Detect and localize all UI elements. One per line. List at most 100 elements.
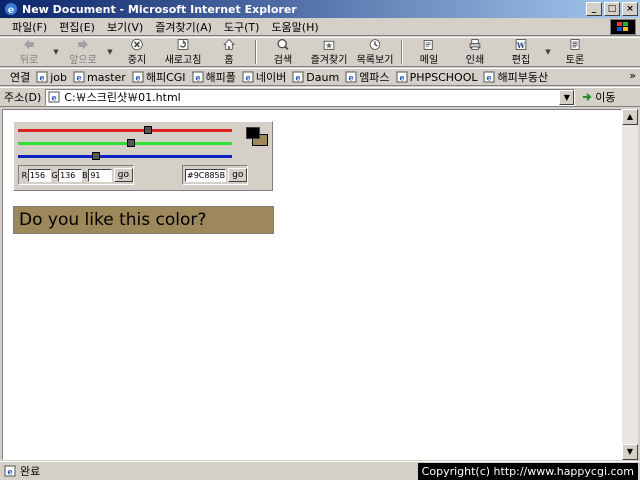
links-more-button[interactable]: » [629, 69, 636, 82]
word-edit-icon: W [515, 39, 527, 50]
svg-text:e: e [296, 73, 301, 83]
r-input[interactable]: 156 [27, 168, 52, 182]
g-input[interactable]: 136 [58, 168, 82, 182]
scroll-up-button[interactable]: ▲ [622, 109, 638, 125]
stop-label: 중지 [127, 55, 147, 66]
favorites-label: 즐겨찾기 [310, 55, 348, 66]
color-picker-panel: R 156 G 136 B 91 go #9C885B go [13, 121, 273, 191]
search-label: 검색 [273, 55, 293, 66]
back-button[interactable]: 뒤로 [6, 38, 52, 66]
go-button[interactable]: 이동 [581, 89, 616, 105]
address-dropdown-icon[interactable]: ▼ [559, 89, 575, 105]
svg-text:e: e [7, 467, 12, 477]
maximize-button[interactable]: □ [604, 2, 620, 16]
rgb-go-button[interactable]: go [113, 168, 133, 182]
previous-color-swatch[interactable] [246, 127, 260, 139]
page-content: R 156 G 136 B 91 go #9C885B go Do you li… [2, 109, 622, 460]
link-phpschool[interactable]: e PHPSCHOOL [396, 71, 477, 84]
home-label: 홈 [224, 55, 234, 66]
address-label: 주소(D) [4, 91, 42, 104]
b-input[interactable]: 91 [88, 168, 112, 182]
refresh-icon [177, 39, 189, 50]
toolbar-separator [401, 40, 403, 64]
blue-slider-track[interactable] [18, 152, 232, 160]
minimize-button[interactable]: _ [586, 2, 602, 16]
history-label: 목록보기 [356, 55, 394, 66]
blue-slider-handle[interactable] [92, 152, 100, 160]
search-button[interactable]: 검색 [260, 38, 306, 66]
close-button[interactable]: × [622, 2, 638, 16]
menu-file[interactable]: 파일(F) [6, 19, 53, 35]
copyright-text: Copyright(c) http://www.happycgi.com [417, 463, 638, 480]
address-input[interactable]: e C:￦스크린샷￦01.html ▼ [45, 88, 576, 106]
forward-button[interactable]: 앞으로 [60, 38, 106, 66]
edit-button[interactable]: W 편집 [498, 38, 544, 66]
back-dropdown-icon[interactable]: ▼ [52, 48, 60, 56]
back-label: 뒤로 [19, 55, 39, 66]
discuss-button[interactable]: 토론 [552, 38, 598, 66]
links-label: 연결 [10, 71, 31, 84]
hex-input[interactable]: #9C885B [185, 168, 227, 182]
history-icon [369, 39, 381, 50]
edit-dropdown-icon[interactable]: ▼ [544, 48, 552, 56]
svg-text:e: e [8, 5, 14, 16]
forward-dropdown-icon[interactable]: ▼ [106, 48, 114, 56]
scroll-down-button[interactable]: ▼ [622, 444, 638, 460]
mail-icon [423, 40, 433, 50]
ie-page-icon: e [396, 71, 408, 83]
link-master[interactable]: e master [73, 71, 126, 84]
stop-button[interactable]: 중지 [114, 38, 160, 66]
ie-page-icon: e [73, 71, 85, 83]
ie-page-icon: e [48, 91, 60, 103]
menu-favorites[interactable]: 즐겨찾기(A) [149, 19, 218, 35]
discuss-label: 토론 [565, 55, 585, 66]
hex-go-button[interactable]: go [228, 168, 248, 182]
green-slider-track[interactable] [18, 139, 232, 147]
ie-page-icon: e [483, 71, 495, 83]
link-happycgi[interactable]: e 해피CGI [132, 69, 186, 85]
ie-page-icon: e [4, 465, 16, 477]
svg-text:e: e [399, 73, 404, 83]
green-slider-handle[interactable] [127, 139, 135, 147]
favorites-icon [323, 40, 335, 50]
link-job[interactable]: e job [36, 71, 67, 84]
search-icon [277, 39, 289, 50]
edit-label: 편집 [511, 55, 531, 66]
ie-page-icon: e [132, 71, 144, 83]
address-value: C:￦스크린샷￦01.html [64, 91, 181, 104]
status-text: 완료 [20, 465, 41, 478]
ie-page-icon: e [292, 71, 304, 83]
vertical-scrollbar[interactable]: ▲ ▼ [622, 109, 638, 460]
red-slider-track[interactable] [18, 126, 232, 134]
ie-logo-icon: e [5, 3, 17, 16]
address-bar: 주소(D) e C:￦스크린샷￦01.html ▼ 이동 [0, 87, 640, 107]
menu-view[interactable]: 보기(V) [101, 19, 149, 35]
print-button[interactable]: 인쇄 [452, 38, 498, 66]
svg-text:e: e [135, 73, 140, 83]
discuss-icon [570, 39, 580, 50]
ie-page-icon: e [345, 71, 357, 83]
home-icon [223, 39, 235, 50]
refresh-button[interactable]: 새로고침 [160, 38, 206, 66]
favorites-button[interactable]: 즐겨찾기 [306, 38, 352, 66]
link-empas[interactable]: e 엠파스 [345, 69, 390, 85]
link-naver[interactable]: e 네이버 [242, 69, 286, 85]
mail-label: 메일 [419, 55, 439, 66]
home-button[interactable]: 홈 [206, 38, 252, 66]
g-label: G [51, 170, 58, 180]
ie-page-icon: e [36, 71, 48, 83]
menu-help[interactable]: 도움말(H) [265, 19, 324, 35]
menu-edit[interactable]: 편집(E) [53, 19, 101, 35]
link-happypoll[interactable]: e 해피폴 [192, 69, 236, 85]
history-button[interactable]: 목록보기 [352, 38, 398, 66]
go-label: 이동 [595, 91, 616, 104]
red-slider-handle[interactable] [144, 126, 152, 134]
svg-text:e: e [349, 73, 354, 83]
svg-text:e: e [195, 73, 200, 83]
svg-text:e: e [52, 93, 57, 103]
menu-tools[interactable]: 도구(T) [218, 19, 266, 35]
link-happy-realestate[interactable]: e 해피부동산 [483, 69, 548, 85]
mail-button[interactable]: 메일 [406, 38, 452, 66]
link-daum[interactable]: e Daum [292, 71, 339, 84]
print-label: 인쇄 [465, 55, 485, 66]
